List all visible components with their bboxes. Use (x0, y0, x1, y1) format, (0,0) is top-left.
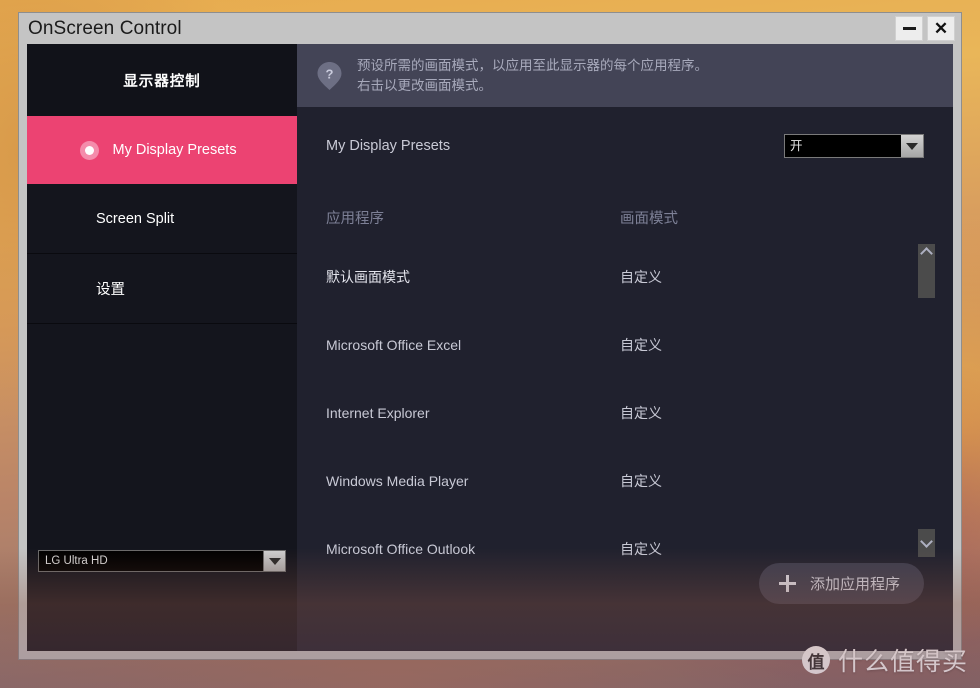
add-application-label: 添加应用程序 (809, 576, 900, 593)
sidebar-header-label: 显示器控制 (123, 73, 201, 90)
chevron-up-icon (920, 247, 933, 260)
plus-icon (778, 575, 796, 592)
sidebar-item-settings[interactable]: 设置 (27, 254, 297, 324)
sidebar-item-label-my-display-presets: My Display Presets (112, 142, 237, 158)
table-header-row: 应用程序 画面模式 (326, 207, 935, 243)
row-picture-mode: 自定义 (620, 269, 662, 285)
main-header-line-1: 预设所需的画面模式，以应用至此显示器的每个应用程序。 (357, 57, 708, 73)
close-button[interactable]: ✕ (927, 16, 955, 41)
preset-toggle-arrow[interactable] (901, 135, 923, 157)
sidebar-item-label-screen-split: Screen Split (96, 210, 175, 227)
row-picture-mode: 自定义 (620, 405, 662, 421)
main-panel: ? 预设所需的画面模式，以应用至此显示器的每个应用程序。 右击以更改画面模式。 … (297, 44, 953, 651)
row-app-name: Microsoft Office Outlook (326, 541, 476, 557)
minimize-button[interactable] (895, 16, 923, 41)
main-header-text: 预设所需的画面模式，以应用至此显示器的每个应用程序。 右击以更改画面模式。 (357, 56, 708, 96)
chevron-down-icon (268, 557, 281, 565)
chevron-down-icon (906, 142, 918, 150)
row-app-name: Internet Explorer (326, 405, 430, 421)
preset-toggle-row: My Display Presets 开 (326, 131, 924, 161)
onscreen-control-window: OnScreen Control ✕ 显示器控制 My Display Pres… (18, 12, 962, 660)
window-body: 显示器控制 My Display Presets Screen Split 设置… (27, 44, 953, 651)
monitor-select-arrow[interactable] (263, 551, 285, 571)
chevron-down-icon (920, 534, 933, 548)
sidebar-item-screen-split[interactable]: Screen Split (27, 184, 297, 254)
main-header-line-2: 右击以更改画面模式。 (357, 77, 492, 93)
column-header-application: 应用程序 (326, 211, 384, 227)
scrollbar-thumb[interactable] (918, 244, 935, 298)
radio-selected-icon (79, 140, 99, 160)
main-content: My Display Presets 开 应用程序 画面模式 默认画面模式 自定… (297, 107, 953, 651)
monitor-select-value: LG Ultra HD (45, 555, 108, 567)
row-app-name: 默认画面模式 (326, 269, 410, 285)
preset-toggle-dropdown[interactable]: 开 (784, 134, 924, 158)
row-picture-mode: 自定义 (620, 473, 662, 489)
sidebar-filler (27, 324, 297, 651)
sidebar-header-monitor-control: 显示器控制 (27, 44, 297, 116)
preset-toggle-value: 开 (790, 139, 803, 153)
table-row[interactable]: Windows Media Player 自定义 (326, 447, 935, 515)
column-header-picture-mode: 画面模式 (620, 211, 678, 227)
table-row[interactable]: Microsoft Office Excel 自定义 (326, 311, 935, 379)
sidebar-item-my-display-presets[interactable]: My Display Presets (27, 116, 297, 184)
sidebar: 显示器控制 My Display Presets Screen Split 设置… (27, 44, 297, 651)
desktop-background: OnScreen Control ✕ 显示器控制 My Display Pres… (0, 0, 980, 688)
table-row[interactable]: Internet Explorer 自定义 (326, 379, 935, 447)
row-app-name: Windows Media Player (326, 473, 469, 489)
row-app-name: Microsoft Office Excel (326, 337, 462, 353)
help-question-icon: ? (316, 61, 343, 91)
preset-toggle-label: My Display Presets (326, 138, 451, 154)
close-icon: ✕ (933, 19, 949, 38)
add-application-button[interactable]: 添加应用程序 (758, 563, 924, 604)
window-titlebar[interactable]: OnScreen Control ✕ (19, 13, 961, 44)
monitor-select-dropdown[interactable]: LG Ultra HD (38, 550, 286, 572)
svg-text:?: ? (326, 66, 334, 81)
table-row[interactable]: 默认画面模式 自定义 (326, 243, 935, 311)
minimize-icon (902, 27, 916, 30)
row-picture-mode: 自定义 (620, 541, 662, 557)
scrollbar-down-button[interactable] (918, 529, 935, 557)
window-title: OnScreen Control (28, 18, 182, 39)
main-header-banner: ? 预设所需的画面模式，以应用至此显示器的每个应用程序。 右击以更改画面模式。 (297, 44, 953, 107)
row-picture-mode: 自定义 (620, 337, 662, 353)
sidebar-item-label-settings: 设置 (96, 282, 125, 298)
